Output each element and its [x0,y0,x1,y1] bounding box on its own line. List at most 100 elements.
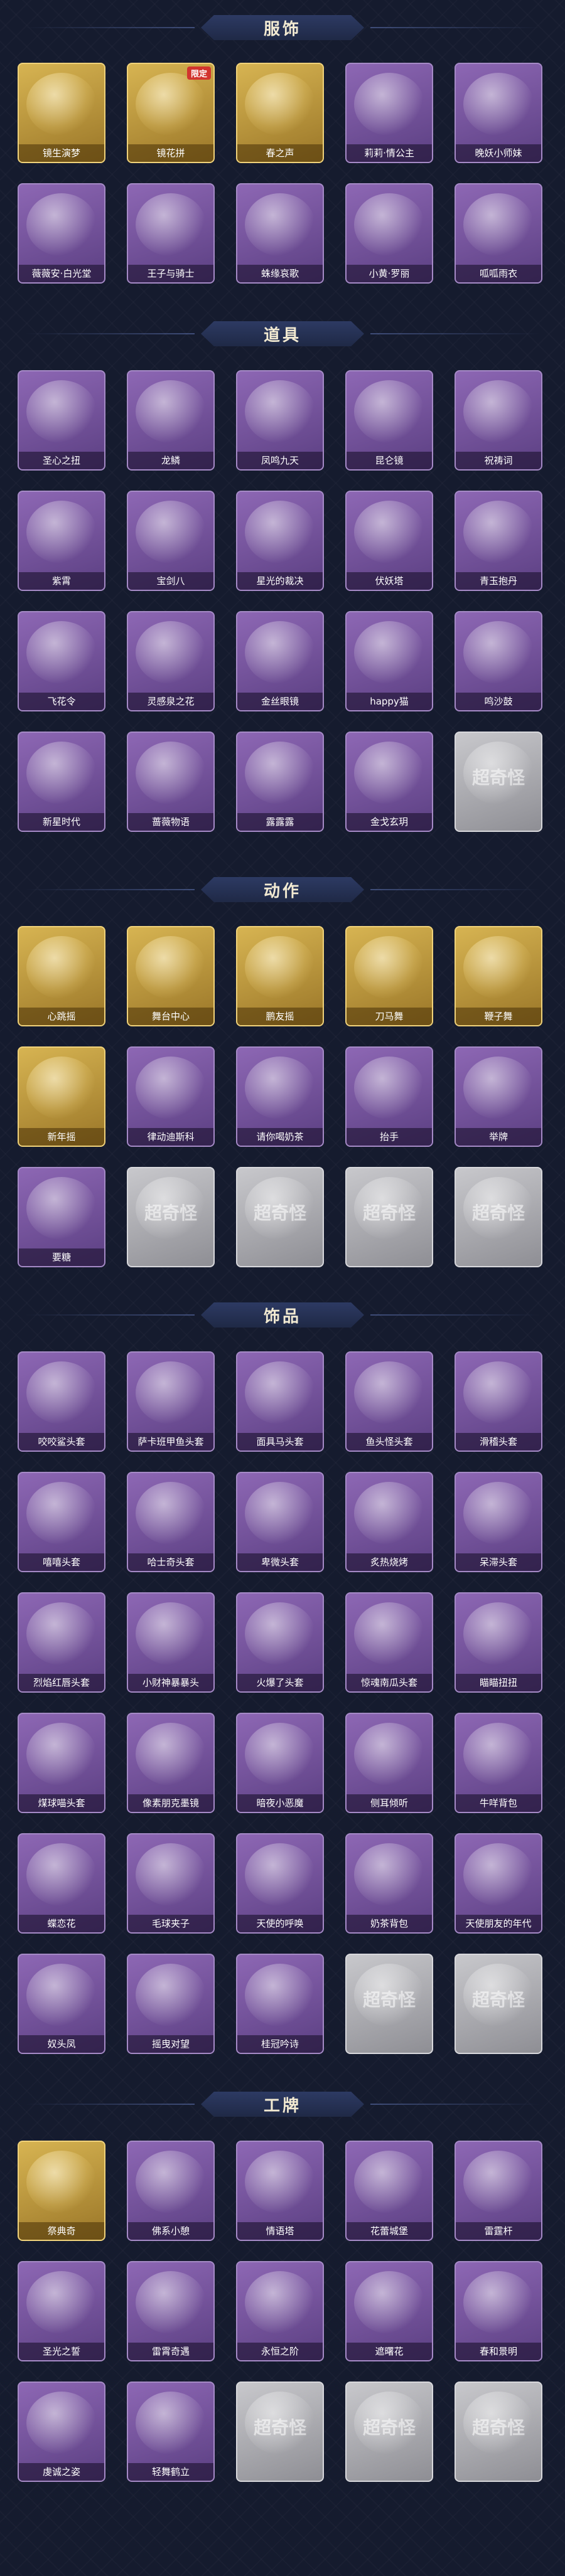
item-card[interactable]: 惊魂南瓜头套 [345,1592,433,1693]
item-card[interactable]: 雷霆杆 [455,2141,542,2241]
item-card[interactable]: 蛛缘哀歌 [236,183,324,284]
item-label: 青玉抱丹 [456,572,541,590]
item-card[interactable]: 嘻嘻头套 [18,1472,105,1572]
item-card[interactable]: 哈士奇头套 [127,1472,215,1572]
item-card[interactable]: 圣心之扭 [18,370,105,471]
item-card[interactable]: 伏妖塔 [345,491,433,591]
item-label: 宝剑八 [128,572,213,590]
item-card[interactable]: 呱呱雨衣 [455,183,542,284]
empty-slot-card[interactable]: 超奇怪 [345,1954,433,2054]
item-card[interactable]: 飞花令 [18,611,105,711]
item-card[interactable]: 心跳摇 [18,926,105,1026]
item-card[interactable]: 金戈玄玥 [345,732,433,832]
item-card[interactable]: 情语塔 [236,2141,324,2241]
item-card[interactable]: 炙热烧烤 [345,1472,433,1572]
item-card[interactable]: 律动迪斯科 [127,1046,215,1147]
item-card[interactable]: 鹏友摇 [236,926,324,1026]
item-card[interactable]: 新星时代 [18,732,105,832]
item-card[interactable]: 镜生演梦 [18,63,105,163]
item-card[interactable]: 蝶恋花 [18,1833,105,1934]
item-card[interactable]: 小财神暴暴头 [127,1592,215,1693]
item-card[interactable]: 圣光之誓 [18,2261,105,2361]
prop-icon [26,501,97,563]
empty-slot-card[interactable]: 超奇怪 [455,1954,542,2054]
costume-icon [354,193,424,256]
item-card[interactable]: 烈焰红唇头套 [18,1592,105,1693]
item-card[interactable]: 呆滞头套 [455,1472,542,1572]
item-card[interactable]: 侧耳倾听 [345,1713,433,1813]
item-label: 咬咬鲨头套 [19,1433,104,1450]
item-card[interactable]: 咬咬鲨头套 [18,1351,105,1452]
item-card[interactable]: 晚妖小师妹 [455,63,542,163]
item-card[interactable]: 瞄瞄扭扭 [455,1592,542,1693]
item-card[interactable]: 雷霄奇遇 [127,2261,215,2361]
item-card[interactable]: 奴头凤 [18,1954,105,2054]
item-card[interactable]: 暗夜小恶魔 [236,1713,324,1813]
item-card[interactable]: 镜花拼 限定 [127,63,215,163]
item-card[interactable]: 灵感泉之花 [127,611,215,711]
item-card[interactable]: 金丝眼镜 [236,611,324,711]
item-card[interactable]: 露露露 [236,732,324,832]
item-card[interactable]: 奶茶背包 [345,1833,433,1934]
empty-slot-card[interactable]: 超奇怪 [236,2382,324,2482]
item-card[interactable]: 星光的裁决 [236,491,324,591]
item-card[interactable]: 佛系小憩 [127,2141,215,2241]
item-card[interactable]: 莉莉·情公主 [345,63,433,163]
item-card[interactable]: 火爆了头套 [236,1592,324,1693]
item-label: 举牌 [456,1128,541,1146]
item-card[interactable]: 春之声 [236,63,324,163]
item-card[interactable]: 王子与骑士 [127,183,215,284]
item-card[interactable]: 滑稽头套 [455,1351,542,1452]
item-card[interactable]: 龙鳞 [127,370,215,471]
item-card[interactable]: 萨卡班甲鱼头套 [127,1351,215,1452]
item-card[interactable]: 鱼头怪头套 [345,1351,433,1452]
item-card[interactable]: 青玉抱丹 [455,491,542,591]
item-card[interactable]: 花蕾城堡 [345,2141,433,2241]
empty-slot-card[interactable]: 超奇怪 [455,732,542,832]
empty-slot-card[interactable]: 超奇怪 [236,1167,324,1267]
item-card[interactable]: 祝祷词 [455,370,542,471]
empty-slot-card[interactable]: 超奇怪 [455,1167,542,1267]
item-card[interactable]: 煤球喵头套 [18,1713,105,1813]
item-card[interactable]: 鸣沙鼓 [455,611,542,711]
item-card[interactable]: 昆仑镜 [345,370,433,471]
empty-slot-card[interactable]: 超奇怪 [345,2382,433,2482]
empty-slot-card[interactable]: 超奇怪 [345,1167,433,1267]
item-card[interactable]: 刀马舞 [345,926,433,1026]
item-card[interactable]: 虔诚之姿 [18,2382,105,2482]
item-card[interactable]: 蔷薇物语 [127,732,215,832]
item-card[interactable]: 永恒之阶 [236,2261,324,2361]
item-card[interactable]: 新年摇 [18,1046,105,1147]
item-card[interactable]: 桂冠吟诗 [236,1954,324,2054]
item-card[interactable]: 卑微头套 [236,1472,324,1572]
item-card[interactable]: 毛球夹子 [127,1833,215,1934]
item-card[interactable]: 轻舞鹤立 [127,2382,215,2482]
item-card[interactable]: 天使的呼唤 [236,1833,324,1934]
item-card[interactable]: 请你喝奶茶 [236,1046,324,1147]
item-card[interactable]: 舞台中心 [127,926,215,1026]
item-card[interactable]: 天使朋友的年代 [455,1833,542,1934]
item-card[interactable]: 薇薇安·白光堂 [18,183,105,284]
item-card[interactable]: 面具马头套 [236,1351,324,1452]
item-label: 面具马头套 [237,1433,323,1450]
item-card[interactable]: 宝剑八 [127,491,215,591]
item-label: 像素朋克墨镜 [128,1794,213,1812]
item-card[interactable]: 举牌 [455,1046,542,1147]
empty-slot-card[interactable]: 超奇怪 [127,1167,215,1267]
item-label: 龙鳞 [128,452,213,469]
item-card[interactable]: happy猫 [345,611,433,711]
item-card[interactable]: 抬手 [345,1046,433,1147]
item-card[interactable]: 春和景明 [455,2261,542,2361]
item-card[interactable]: 凤鸣九天 [236,370,324,471]
item-card[interactable]: 紫霄 [18,491,105,591]
item-card[interactable]: 小黄·罗丽 [345,183,433,284]
item-card[interactable]: 要糖 [18,1167,105,1267]
item-card[interactable]: 像素朋克墨镜 [127,1713,215,1813]
item-card[interactable]: 遮曙花 [345,2261,433,2361]
item-card[interactable]: 祭典奇 [18,2141,105,2241]
prop-icon [354,380,424,443]
empty-slot-card[interactable]: 超奇怪 [455,2382,542,2482]
item-card[interactable]: 摇曳对望 [127,1954,215,2054]
item-card[interactable]: 鞭子舞 [455,926,542,1026]
item-card[interactable]: 牛咩背包 [455,1713,542,1813]
